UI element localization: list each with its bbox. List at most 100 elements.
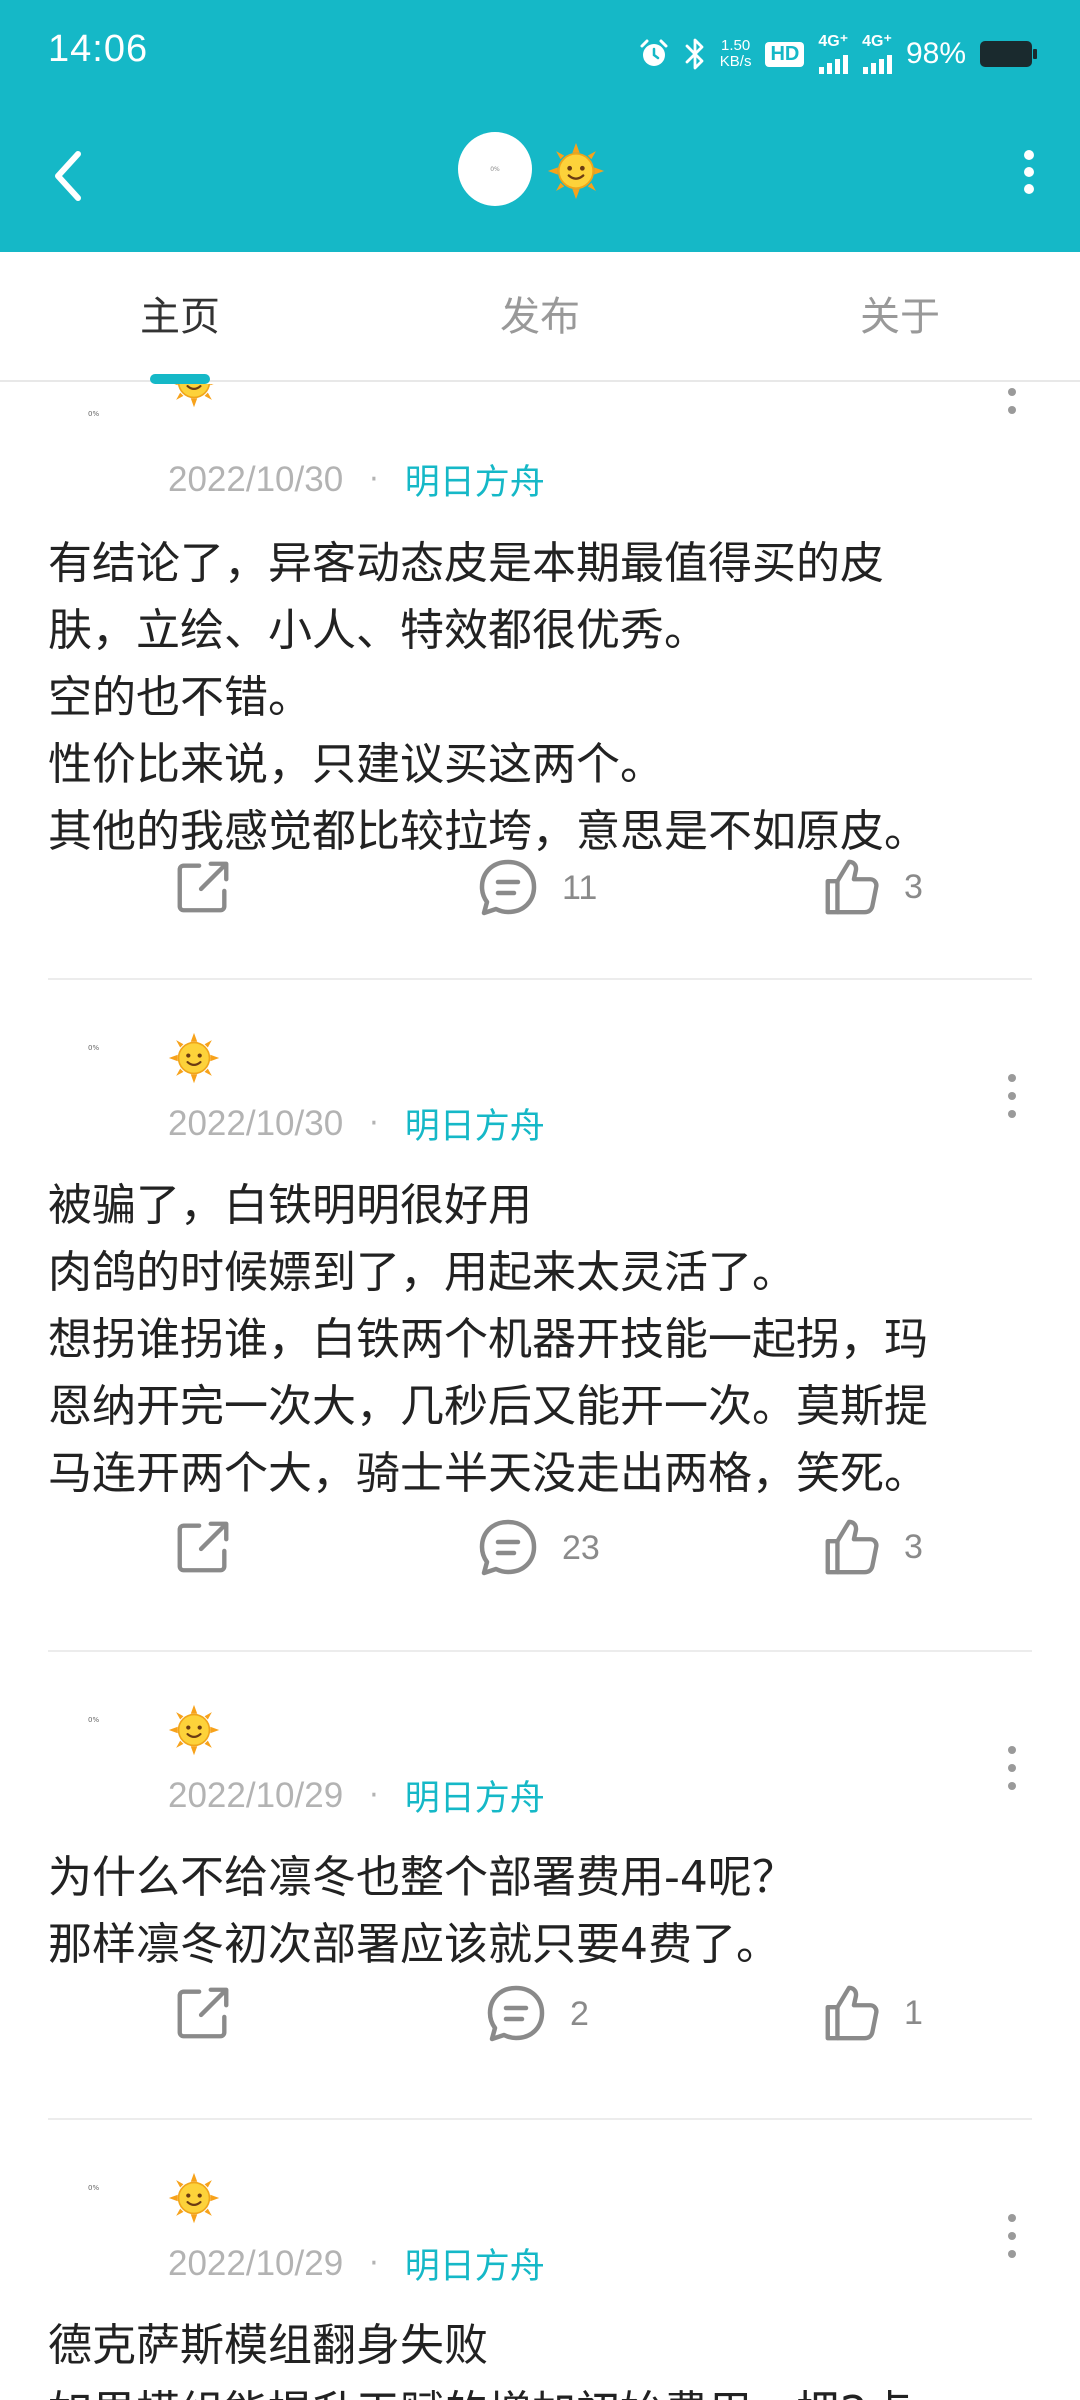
meta-separator: · [369,2246,379,2281]
dot [1008,2250,1016,2258]
thumbs-up-icon [820,1982,882,2044]
share-icon [172,1516,234,1578]
post-meta: 2022/10/30 · 明日方舟 [168,1098,545,1149]
tab-bar: 主页 发布 关于 [0,252,1080,382]
post-tag[interactable]: 明日方舟 [405,2238,545,2289]
status-bar: 14:06 1.50 KB/s HD 4G⁺ 4G⁺ 98% [0,0,1080,108]
dot [1008,388,1016,396]
dot [1008,2232,1016,2240]
author-avatar[interactable]: 0% [56,1698,136,1778]
post-actions: 11 3 [0,856,1080,936]
app-header: 14:06 1.50 KB/s HD 4G⁺ 4G⁺ 98% 0% [0,0,1080,252]
post-item[interactable]: 0% 2022/10/29 · 明日方舟 为什么不给凛冬也整个部署费用-4呢？ … [0,1652,1080,2120]
post-date: 2022/10/29 [168,1775,344,1815]
post-body[interactable]: 有结论了，异客动态皮是本期最值得买的皮 肤，立绘、小人、特效都很优秀。 空的也不… [48,530,1048,865]
comment-button[interactable]: 23 [476,1516,600,1580]
signal-bars-icon [818,52,848,74]
post-item[interactable]: 0% 2022/10/30 · 明日方舟 有结论了，异客动态皮是本期最值得买的皮… [0,384,1080,962]
like-count: 3 [904,1527,923,1566]
author-avatar[interactable]: 0% [56,392,136,472]
tab-about[interactable]: 关于 [720,252,1080,380]
comment-icon [484,1982,548,2046]
tab-publish[interactable]: 发布 [360,252,720,380]
comment-icon [476,856,540,920]
sim1-network-label: 4G⁺ [818,33,849,50]
post-more-button[interactable] [1006,1074,1018,1118]
chevron-left-icon [55,151,81,201]
alarm-icon [640,39,668,66]
meta-separator: · [369,1106,379,1141]
comment-button[interactable]: 2 [484,1982,589,2046]
comment-button[interactable]: 11 [476,856,597,920]
like-count: 1 [904,1993,923,2032]
post-tag[interactable]: 明日方舟 [405,1098,545,1149]
author-avatar[interactable]: 0% [56,1026,136,1106]
dot [1024,167,1034,177]
author-avatar[interactable]: 0% [56,2166,136,2246]
share-icon [172,856,234,918]
sim2-network-label: 4G⁺ [862,33,892,50]
post-body[interactable]: 德克萨斯模组翻身失败 如果模组能提升天赋的增加初始费用，把2点 [48,2312,1048,2400]
post-date: 2022/10/30 [168,459,344,499]
net-speed-value: 1.50 [721,37,751,54]
post-more-button[interactable] [1006,384,1018,414]
comment-count: 23 [562,1528,600,1567]
signal-sim1: 4G⁺ [818,34,848,74]
like-button[interactable]: 3 [820,1516,923,1578]
share-button[interactable] [172,1982,234,2044]
post-item[interactable]: 0% 2022/10/30 · 明日方舟 被骗了，白铁明明很好用 肉鸽的时候嫖到… [0,980,1080,1652]
back-button[interactable] [38,140,98,212]
dot [1008,1110,1016,1118]
like-button[interactable]: 3 [820,856,923,918]
post-actions: 2 1 [0,1982,1080,2062]
net-speed: 1.50 KB/s [720,38,752,70]
dot [1008,1092,1016,1100]
post-tag[interactable]: 明日方舟 [405,1770,545,1821]
post-tag[interactable]: 明日方舟 [405,454,545,505]
author-avatar-text: 0% [88,1044,100,1052]
comment-icon [476,1516,540,1580]
status-time: 14:06 [48,28,149,70]
author-avatar-text: 0% [88,1716,100,1724]
sun-face-icon [168,384,220,408]
thumbs-up-icon [820,1516,882,1578]
like-count: 3 [904,867,923,906]
sun-face-icon [168,1704,220,1756]
like-button[interactable]: 1 [820,1982,923,2044]
sun-face-icon [168,1032,220,1084]
hd-voice-icon: HD [765,41,805,67]
battery-icon [980,41,1037,67]
post-more-button[interactable] [1006,2214,1018,2258]
post-more-button[interactable] [1006,1746,1018,1790]
dot [1008,1746,1016,1754]
channel-avatar[interactable]: 0% [458,132,532,206]
dot [1008,2214,1016,2222]
post-meta: 2022/10/29 · 明日方舟 [168,1770,545,1821]
dot [1008,1764,1016,1772]
net-speed-unit: KB/s [719,53,752,70]
battery-percent: 98% [905,37,966,70]
channel-avatar-text: 0% [490,165,500,173]
post-date: 2022/10/29 [168,2243,344,2283]
meta-separator: · [369,1778,379,1813]
post-item[interactable]: 0% 2022/10/29 · 明日方舟 德克萨斯模组翻身失败 如果模组能提升天… [0,2120,1080,2400]
author-avatar-text: 0% [88,410,100,418]
more-options-button[interactable] [1014,142,1044,202]
tab-home[interactable]: 主页 [0,252,360,380]
post-body[interactable]: 被骗了，白铁明明很好用 肉鸽的时候嫖到了，用起来太灵活了。 想拐谁拐谁，白铁两个… [48,1172,1048,1507]
share-button[interactable] [172,1516,234,1578]
signal-bars-icon [862,52,892,74]
post-feed[interactable]: 0% 2022/10/30 · 明日方舟 有结论了，异客动态皮是本期最值得买的皮… [0,384,1080,2400]
comment-count: 11 [562,868,598,907]
dot [1008,1782,1016,1790]
signal-sim2: 4G⁺ [862,34,892,74]
status-icons: 1.50 KB/s HD 4G⁺ 4G⁺ 98% [638,32,1037,76]
dot [1024,150,1034,160]
share-button[interactable] [172,856,234,918]
dot [1024,184,1034,194]
sun-face-icon [168,2172,220,2224]
post-body[interactable]: 为什么不给凛冬也整个部署费用-4呢？ 那样凛冬初次部署应该就只要4费了。 [48,1844,1048,1978]
active-tab-indicator [150,374,210,384]
dot [1008,406,1016,414]
nav-bar: 0% [0,108,1080,252]
